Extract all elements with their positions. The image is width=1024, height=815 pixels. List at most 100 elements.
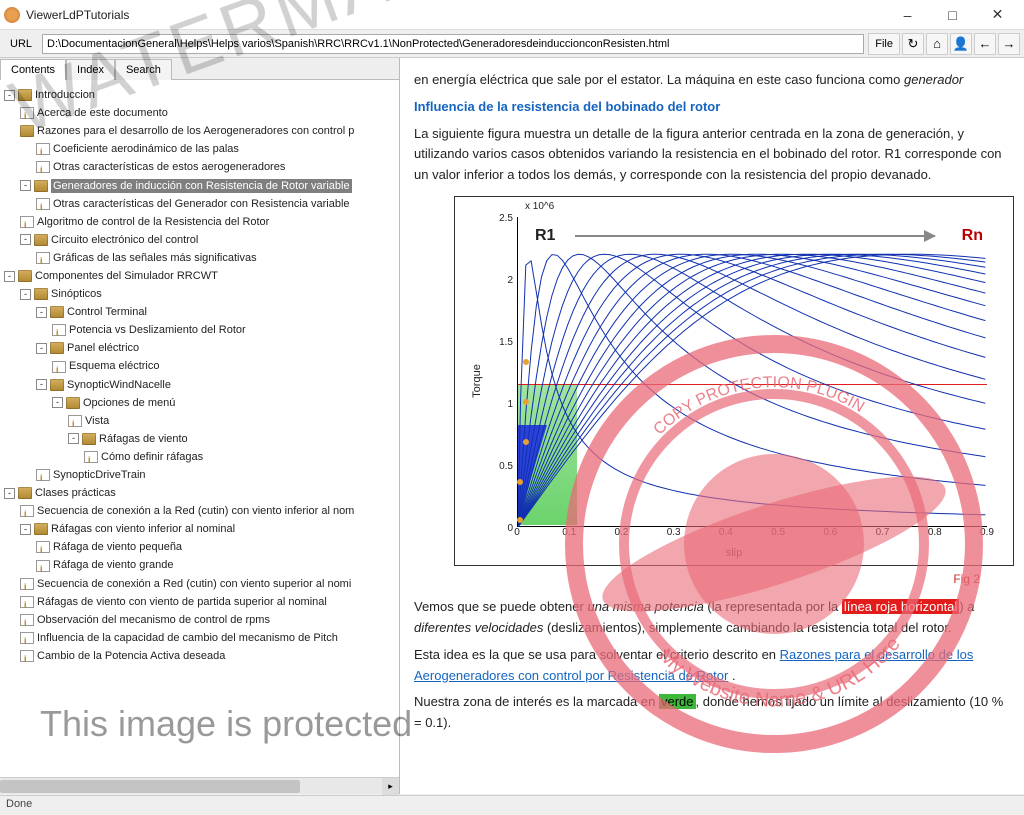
book-icon (20, 125, 34, 137)
tree-item[interactable]: Vista (85, 415, 109, 427)
chart-xtick: 0.4 (712, 525, 740, 541)
horizontal-scrollbar[interactable]: ▸ (0, 777, 399, 794)
chart-plot-area (517, 217, 987, 527)
chart-ylabel: Torque (469, 364, 487, 398)
tree-item[interactable]: Panel eléctrico (67, 342, 139, 354)
toggle-icon[interactable]: - (68, 433, 79, 444)
book-icon (66, 397, 80, 409)
chart-xtick: 0.9 (973, 525, 1001, 541)
tree-item[interactable]: SynopticDriveTrain (53, 469, 146, 481)
tree-item[interactable]: Ráfagas de viento (99, 433, 188, 445)
chart-xtick: 0.2 (607, 525, 635, 541)
tree-item[interactable]: Gráficas de las señales más significativ… (53, 252, 257, 264)
page-icon (68, 415, 82, 427)
tab-contents[interactable]: Contents (0, 59, 66, 80)
minimize-button[interactable]: – (885, 1, 930, 29)
chart-xtick: 0.5 (764, 525, 792, 541)
forward-icon[interactable]: → (998, 33, 1020, 55)
tree-item[interactable]: Secuencia de conexión a la Red (cutin) c… (37, 505, 354, 517)
tree-item[interactable]: Ráfagas de viento con viento de partida … (37, 596, 327, 608)
scroll-right-icon[interactable]: ▸ (382, 778, 399, 795)
tree-item[interactable]: Circuito electrónico del control (51, 234, 198, 246)
back-icon[interactable]: ← (974, 33, 996, 55)
toggle-icon[interactable]: - (20, 289, 31, 300)
toggle-icon[interactable]: - (20, 524, 31, 535)
tree-item[interactable]: Esquema eléctrico (69, 361, 160, 373)
chart-xtick: 0.1 (555, 525, 583, 541)
highlight-green: verde (659, 694, 696, 709)
tab-index[interactable]: Index (66, 59, 115, 80)
search-icon[interactable]: 👤 (950, 33, 972, 55)
page-icon (20, 650, 34, 662)
book-icon (34, 523, 48, 535)
tree-item[interactable]: Ráfaga de viento pequeña (53, 541, 182, 553)
section-heading: Influencia de la resistencia del bobinad… (414, 97, 1010, 118)
scrollbar-thumb[interactable] (0, 780, 300, 793)
tree-item[interactable]: Cómo definir ráfagas (101, 451, 203, 463)
tree-item[interactable]: Observación del mecanismo de control de … (37, 614, 270, 626)
toggle-icon[interactable]: - (20, 180, 31, 191)
tree-item-selected[interactable]: Generadores de inducción con Resistencia… (51, 179, 352, 193)
tree-item[interactable]: Introduccion (35, 89, 95, 101)
tree-item[interactable]: Sinópticos (51, 288, 102, 300)
toggle-icon[interactable]: - (4, 271, 15, 282)
toggle-icon[interactable]: - (4, 90, 15, 101)
tree-item[interactable]: Coeficiente aerodinámico de las palas (53, 143, 239, 155)
tree-item[interactable]: Algoritmo de control de la Resistencia d… (37, 216, 269, 228)
page-icon (52, 324, 66, 336)
book-icon (34, 288, 48, 300)
url-input[interactable] (42, 34, 864, 54)
home-icon[interactable]: ⌂ (926, 33, 948, 55)
tree-item[interactable]: Influencia de la capacidad de cambio del… (37, 632, 338, 644)
book-icon (18, 89, 32, 101)
tree-item[interactable]: Control Terminal (67, 306, 147, 318)
toggle-icon[interactable]: - (36, 343, 47, 354)
status-bar: Done (0, 795, 1024, 815)
toggle-icon[interactable]: - (20, 234, 31, 245)
book-icon (18, 270, 32, 282)
page-icon (20, 505, 34, 517)
tree-item[interactable]: Razones para el desarrollo de los Aeroge… (37, 125, 354, 137)
tree-item[interactable]: Ráfaga de viento grande (53, 560, 173, 572)
chart-marker-dot (517, 479, 523, 485)
chart-xtick: 0.8 (921, 525, 949, 541)
maximize-button[interactable]: □ (930, 1, 975, 29)
chart-xtick: 0.7 (869, 525, 897, 541)
toggle-icon[interactable]: - (52, 397, 63, 408)
paragraph: La siguiente figura muestra un detalle d… (414, 124, 1010, 186)
tree-item[interactable]: Otras características de estos aerogener… (53, 161, 285, 173)
refresh-icon[interactable]: ↻ (902, 33, 924, 55)
app-icon (4, 7, 20, 23)
book-icon (18, 487, 32, 499)
toggle-icon[interactable]: - (4, 488, 15, 499)
page-icon (36, 161, 50, 173)
tree-item[interactable]: Componentes del Simulador RRCWT (35, 270, 218, 282)
tree-item[interactable]: Acerca de este documento (37, 107, 168, 119)
chart-ytick: 2 (491, 273, 513, 289)
chart-ytick: 0.5 (491, 459, 513, 475)
figure-caption: Fig 2 (414, 570, 980, 589)
tab-search[interactable]: Search (115, 59, 172, 80)
tree-item[interactable]: Potencia vs Deslizamiento del Rotor (69, 324, 246, 336)
toggle-icon[interactable]: - (36, 307, 47, 318)
content-pane[interactable]: en energía eléctrica que sale por el est… (400, 58, 1024, 794)
tree-item[interactable]: Otras características del Generador con … (53, 198, 350, 210)
page-icon (36, 560, 50, 572)
file-button[interactable]: File (868, 33, 900, 55)
tree-item[interactable]: Opciones de menú (83, 397, 175, 409)
tree-item[interactable]: Cambio de la Potencia Activa deseada (37, 650, 225, 662)
toggle-icon[interactable]: - (36, 379, 47, 390)
torque-slip-chart: x 10^6 Torque slip R1 Rn 00.511.522.500.… (454, 196, 1014, 566)
tree-item[interactable]: SynopticWindNacelle (67, 379, 171, 391)
close-button[interactable]: ✕ (975, 1, 1020, 29)
page-icon (36, 143, 50, 155)
page-icon (84, 451, 98, 463)
book-icon (34, 234, 48, 246)
toc-tree[interactable]: - Introduccion Acerca de este documento R… (0, 80, 399, 777)
tree-item[interactable]: Ráfagas con viento inferior al nominal (51, 523, 235, 535)
page-icon (52, 361, 66, 373)
chart-marker-dot (523, 439, 529, 445)
tree-item[interactable]: Secuencia de conexión a Red (cutin) con … (37, 578, 351, 590)
book-icon (82, 433, 96, 445)
tree-item[interactable]: Clases prácticas (35, 487, 116, 499)
